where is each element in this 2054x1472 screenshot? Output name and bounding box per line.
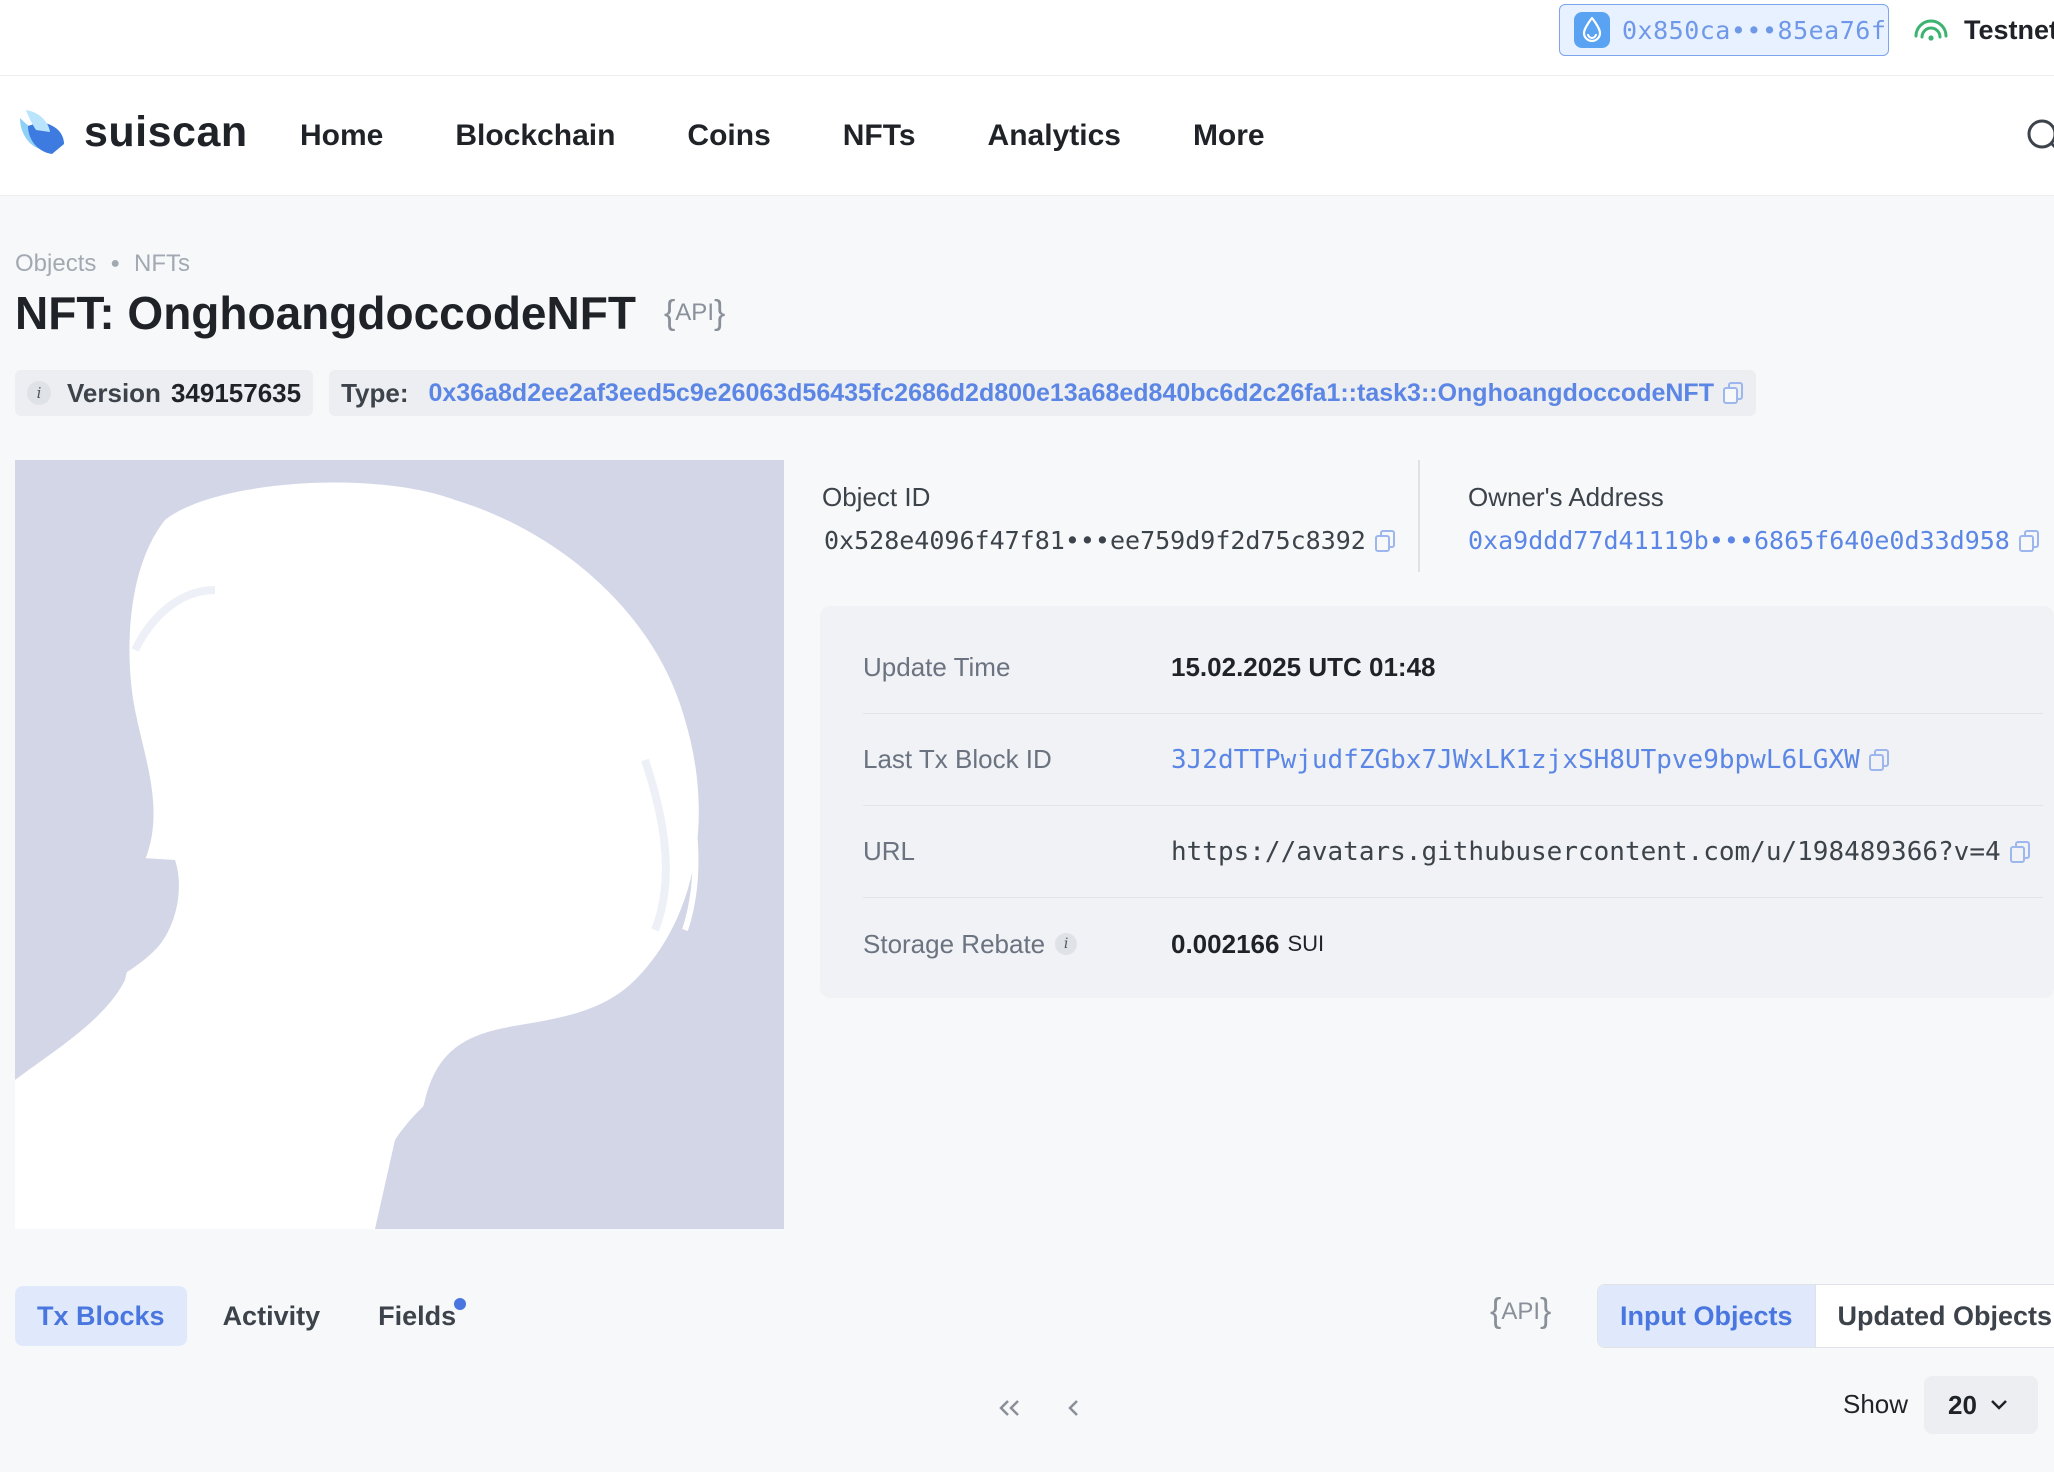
- first-page-icon[interactable]: [990, 1388, 1030, 1428]
- nav-coins[interactable]: Coins: [687, 119, 770, 153]
- chevron-down-icon: [1991, 1400, 2007, 1410]
- storage-rebate-amount: 0.002166: [1171, 928, 1280, 959]
- top-strip: 0x850ca•••85ea76f Testnet: [0, 0, 2054, 76]
- last-tx-value: 3J2dTTPwjudfZGbx7JWxLK1zjxSH8UTpve9bpwL6…: [1171, 745, 1890, 775]
- storage-rebate-unit: SUI: [1287, 931, 1325, 956]
- api-link[interactable]: { API }: [664, 294, 725, 333]
- main-nav: Home Blockchain Coins NFTs Analytics Mor…: [300, 76, 1337, 196]
- page-title: NFT: OnghoangdoccodeNFT: [15, 287, 636, 339]
- copy-icon[interactable]: [1374, 529, 1396, 553]
- main-header: suiscan Home Blockchain Coins NFTs Analy…: [0, 76, 2054, 196]
- owner-address-label: Owner's Address: [1468, 482, 1664, 512]
- copy-icon[interactable]: [2018, 529, 2040, 553]
- main-content: Objects ● NFTs NFT: OnghoangdoccodeNFT {…: [0, 196, 2054, 1472]
- copy-icon[interactable]: [1722, 381, 1744, 405]
- brand-name: suiscan: [84, 107, 248, 156]
- api-label: API: [675, 299, 714, 326]
- notification-dot: [454, 1298, 467, 1310]
- page-size-label: Show: [1843, 1389, 1909, 1419]
- object-id-value: 0x528e4096f47f81•••ee759d9f2d75c8392: [824, 526, 1396, 555]
- brand-logo[interactable]: suiscan: [14, 104, 248, 160]
- version-value: 349157635: [170, 377, 302, 408]
- nav-nfts[interactable]: NFTs: [843, 119, 916, 153]
- nav-blockchain[interactable]: Blockchain: [455, 119, 615, 153]
- copy-icon[interactable]: [1868, 748, 1890, 772]
- api-label-tabs: API: [1501, 1297, 1541, 1325]
- detail-row-url: URL https://avatars.githubusercontent.co…: [863, 806, 2043, 898]
- signal-icon: [1914, 19, 1948, 41]
- tabs: Tx Blocks Activity Fields: [15, 1286, 492, 1346]
- brace-close: }: [713, 293, 726, 332]
- tab-tx-blocks[interactable]: Tx Blocks: [15, 1286, 187, 1346]
- segment-updated-objects[interactable]: Updated Objects: [1816, 1285, 2054, 1347]
- url-label: URL: [863, 836, 916, 866]
- info-icon[interactable]: i: [27, 381, 51, 405]
- page-size-select[interactable]: 20: [1924, 1376, 2038, 1434]
- wallet-address: 0x850ca•••85ea76f: [1622, 15, 1887, 45]
- brace-open: {: [663, 293, 676, 332]
- brace-open: {: [1490, 1292, 1502, 1330]
- previous-page-icon[interactable]: [1054, 1388, 1094, 1428]
- network-label: Testnet: [1964, 14, 2054, 45]
- tab-activity[interactable]: Activity: [201, 1286, 343, 1346]
- type-label: Type:: [341, 377, 409, 408]
- info-icon[interactable]: i: [1055, 933, 1078, 955]
- pagination: [990, 1388, 1118, 1428]
- search-icon[interactable]: [2024, 116, 2054, 156]
- detail-row-last-tx: Last Tx Block ID 3J2dTTPwjudfZGbx7JWxLK1…: [863, 714, 2043, 806]
- type-pill: Type: 0x36a8d2ee2af3eed5c9e26063d56435fc…: [329, 370, 1756, 416]
- version-pill: i Version 349157635: [15, 370, 314, 416]
- tab-fields[interactable]: Fields: [356, 1286, 478, 1346]
- nft-image: [15, 460, 784, 1229]
- api-link-tabs[interactable]: { API }: [1490, 1292, 1551, 1331]
- owner-address-value: 0xa9ddd77d41119b•••6865f640e0d33d958: [1468, 526, 2040, 555]
- copy-icon[interactable]: [2009, 840, 2031, 864]
- nav-home[interactable]: Home: [300, 119, 383, 153]
- segment-input-objects[interactable]: Input Objects: [1598, 1285, 1816, 1347]
- version-label: Version: [67, 377, 161, 408]
- storage-rebate-label-wrap: Storage Rebate i: [863, 929, 1171, 960]
- objects-segmented-control: Input Objects Updated Objects: [1597, 1284, 2054, 1348]
- title-row: NFT: OnghoangdoccodeNFT { API }: [15, 286, 725, 340]
- object-id-label: Object ID: [822, 482, 931, 512]
- page-size-value: 20: [1948, 1389, 1977, 1420]
- nav-analytics[interactable]: Analytics: [988, 119, 1121, 153]
- type-link[interactable]: 0x36a8d2ee2af3eed5c9e26063d56435fc2686d2…: [429, 379, 1714, 408]
- suiscan-logo-icon: [20, 110, 64, 154]
- sui-drop-icon: [1574, 12, 1610, 48]
- storage-rebate-value: 0.002166 SUI: [1171, 929, 1324, 960]
- breadcrumb: Objects ● NFTs: [15, 250, 190, 278]
- wallet-address-button[interactable]: 0x850ca•••85ea76f: [1559, 4, 1889, 56]
- brace-close: }: [1540, 1292, 1552, 1330]
- column-divider: [1418, 460, 1420, 572]
- breadcrumb-objects[interactable]: Objects: [15, 250, 96, 278]
- update-time-label: Update Time: [863, 652, 1011, 682]
- breadcrumb-separator: ●: [110, 255, 121, 272]
- details-card: Update Time 15.02.2025 UTC 01:48 Last Tx…: [820, 606, 2054, 998]
- breadcrumb-nfts[interactable]: NFTs: [134, 250, 190, 278]
- url-text: https://avatars.githubusercontent.com/u/…: [1171, 836, 2001, 867]
- meta-row: i Version 349157635 Type: 0x36a8d2ee2af3…: [15, 370, 1756, 416]
- nav-more[interactable]: More: [1193, 119, 1265, 153]
- update-time-value: 15.02.2025 UTC 01:48: [1171, 652, 1436, 682]
- storage-rebate-label: Storage Rebate: [863, 928, 1046, 959]
- url-value: https://avatars.githubusercontent.com/u/…: [1171, 837, 2031, 867]
- last-tx-link[interactable]: 3J2dTTPwjudfZGbx7JWxLK1zjxSH8UTpve9bpwL6…: [1171, 745, 1860, 775]
- last-tx-label: Last Tx Block ID: [863, 744, 1052, 774]
- detail-row-update-time: Update Time 15.02.2025 UTC 01:48: [863, 622, 2043, 714]
- detail-row-storage-rebate: Storage Rebate i 0.002166 SUI: [863, 898, 2043, 990]
- owner-address-link[interactable]: 0xa9ddd77d41119b•••6865f640e0d33d958: [1468, 526, 2010, 555]
- tab-fields-label: Fields: [378, 1300, 457, 1331]
- object-id-text: 0x528e4096f47f81•••ee759d9f2d75c8392: [824, 526, 1366, 555]
- network-selector[interactable]: Testnet: [1912, 10, 2054, 50]
